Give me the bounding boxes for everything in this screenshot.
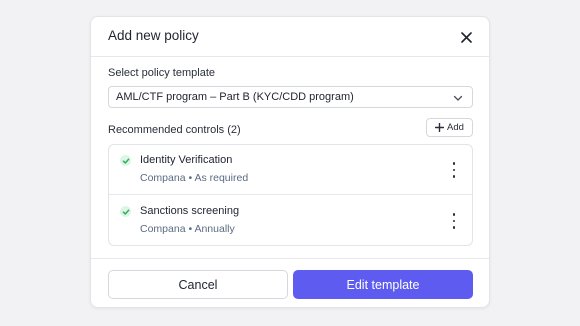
- dialog-footer: Cancel Edit template: [91, 258, 489, 309]
- dialog-title: Add new policy: [108, 28, 199, 43]
- check-icon: [120, 206, 131, 217]
- add-control-button[interactable]: Add: [426, 118, 473, 137]
- controls-list: Identity Verification Compana • As requi…: [108, 144, 473, 246]
- template-select-label: Select policy template: [108, 67, 215, 79]
- dialog-header: Add new policy: [91, 17, 489, 57]
- close-button[interactable]: [457, 28, 475, 46]
- cancel-button[interactable]: Cancel: [108, 270, 288, 299]
- check-icon: [120, 155, 131, 166]
- plus-icon: [435, 123, 445, 132]
- add-control-label: Add: [447, 122, 464, 133]
- policy-template-select[interactable]: AML/CTF program – Part B (KYC/CDD progra…: [108, 86, 473, 108]
- chevron-down-icon: [453, 95, 463, 101]
- control-name: Sanctions screening: [140, 205, 240, 217]
- control-item[interactable]: Sanctions screening Compana • Annually: [109, 196, 472, 246]
- control-meta: Compana • Annually: [140, 223, 235, 235]
- recommended-controls-heading: Recommended controls (2): [108, 124, 241, 136]
- add-policy-dialog: Add new policy Select policy template AM…: [90, 16, 490, 308]
- close-icon: [460, 31, 472, 43]
- control-name: Identity Verification: [140, 154, 233, 166]
- edit-template-button[interactable]: Edit template: [293, 270, 473, 299]
- policy-template-value: AML/CTF program – Part B (KYC/CDD progra…: [116, 91, 354, 103]
- control-meta: Compana • As required: [140, 172, 249, 184]
- more-options-icon[interactable]: [449, 162, 459, 178]
- more-options-icon[interactable]: [449, 213, 459, 229]
- control-item[interactable]: Identity Verification Compana • As requi…: [109, 145, 472, 195]
